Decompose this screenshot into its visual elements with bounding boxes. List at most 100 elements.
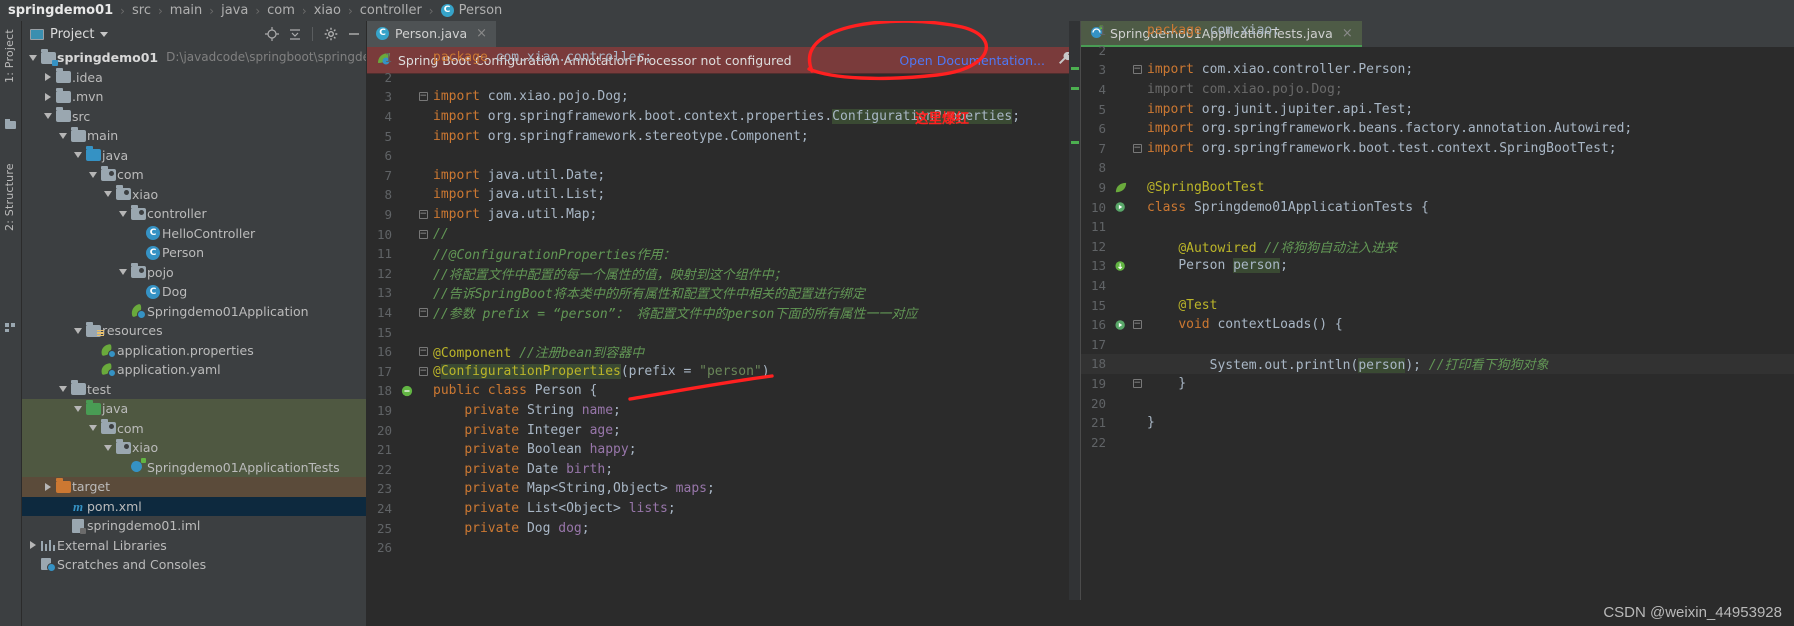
code-line[interactable]: 2 [367, 68, 1080, 88]
expand-arrow[interactable] [71, 405, 84, 412]
code-line[interactable]: 16 − @Component //注册bean到容器中 [367, 342, 1080, 362]
breadcrumb-item-7[interactable]: Person [459, 3, 503, 18]
expand-arrow[interactable] [86, 425, 99, 432]
code-line[interactable]: 11 //@ConfigurationProperties作用： [367, 244, 1080, 264]
code-line[interactable]: 17 [1081, 335, 1794, 355]
code-line[interactable]: 14 [1081, 276, 1794, 296]
code-line[interactable]: 3 − import com.xiao.controller.Person; [1081, 60, 1794, 80]
code-line[interactable]: 10 −// [367, 224, 1080, 244]
expand-arrow[interactable] [56, 132, 69, 139]
tree-node-xiao[interactable]: xiao [22, 185, 366, 205]
breadcrumb-item-1[interactable]: src [132, 3, 151, 18]
project-tree[interactable]: springdemo01 D:\javadcode\springboot\spri… [22, 47, 366, 626]
code-line[interactable]: 21 private Boolean happy; [367, 440, 1080, 460]
expand-arrow[interactable] [116, 210, 129, 217]
code-line[interactable]: 4 import com.xiao.pojo.Dog; [1081, 80, 1794, 100]
gutter-icon[interactable] [1111, 201, 1131, 213]
tool-button-project[interactable]: 1: Project [3, 29, 16, 83]
fold-toggle[interactable]: − [1131, 65, 1143, 75]
code-line[interactable]: 12 //将配置文件中配置的每一个属性的值，映射到这个组件中； [367, 264, 1080, 284]
tree-node--mvn[interactable]: .mvn [22, 87, 366, 107]
expand-arrow[interactable] [71, 327, 84, 334]
code-line[interactable]: 4 import org.springframework.boot.context… [367, 107, 1080, 127]
tree-node-java[interactable]: java [22, 399, 366, 419]
code-line[interactable]: 16 − void contextLoads() { [1081, 315, 1794, 335]
code-line[interactable]: 5 import org.springframework.stereotype.C… [367, 126, 1080, 146]
code-line[interactable]: 20 [1081, 393, 1794, 413]
gutter-icon[interactable] [1111, 319, 1131, 331]
expand-arrow[interactable] [101, 444, 114, 451]
gutter-icon[interactable] [1111, 182, 1131, 194]
breadcrumb-item-0[interactable]: springdemo01 [8, 3, 113, 18]
tree-node-xiao[interactable]: xiao [22, 438, 366, 458]
code-editor-left[interactable]: 1 package com.xiao.controller; 2 3− import c… [367, 48, 1080, 600]
settings-gear-icon[interactable] [322, 26, 339, 43]
expand-arrow[interactable] [71, 152, 84, 159]
hide-icon[interactable] [345, 26, 362, 43]
fold-toggle[interactable]: − [417, 229, 429, 239]
code-line[interactable]: 22 private Date birth; [367, 459, 1080, 479]
tree-node-target[interactable]: target [22, 477, 366, 497]
tree-node-resources[interactable]: resources [22, 321, 366, 341]
tree-node-external-libraries[interactable]: External Libraries [22, 536, 366, 556]
code-line[interactable]: 18 public class Person { [367, 381, 1080, 401]
code-line[interactable]: 9 @SpringBootTest [1081, 178, 1794, 198]
fold-toggle[interactable]: − [417, 366, 429, 376]
expand-arrow[interactable] [101, 191, 114, 198]
code-line[interactable]: 9 − import java.util.Map; [367, 205, 1080, 225]
code-line[interactable]: 6 [367, 146, 1080, 166]
fold-toggle[interactable]: − [1131, 378, 1143, 388]
expand-arrow[interactable] [26, 541, 39, 550]
tree-node--idea[interactable]: .idea [22, 68, 366, 88]
editor-marker-strip-left[interactable] [1069, 21, 1080, 600]
tree-node-person[interactable]: C Person [22, 243, 366, 263]
breadcrumb-item-2[interactable]: main [170, 3, 202, 18]
gutter-icon[interactable] [397, 385, 417, 397]
code-line[interactable]: 15 [367, 322, 1080, 342]
code-line[interactable]: 19 private String name; [367, 401, 1080, 421]
expand-arrow[interactable] [86, 171, 99, 178]
fold-toggle[interactable]: − [417, 210, 429, 220]
code-line[interactable]: 19 − } [1081, 374, 1794, 394]
tree-node-src[interactable]: src [22, 107, 366, 127]
chevron-down-icon[interactable] [100, 31, 109, 37]
tree-node-com[interactable]: com [22, 418, 366, 438]
code-line[interactable]: 13 //告诉SpringBoot将本类中的所有属性和配置文件中相关的配置进行绑定 [367, 283, 1080, 303]
code-line[interactable]: 12 @Autowired //将狗狗自动注入进来 [1081, 237, 1794, 257]
fold-toggle[interactable]: − [417, 92, 429, 102]
code-line[interactable]: 23 private Map<String,Object> maps; [367, 479, 1080, 499]
fold-toggle[interactable]: − [417, 308, 429, 318]
fold-toggle[interactable]: − [1131, 143, 1143, 153]
tool-button-structure[interactable]: 2: Structure [3, 163, 16, 231]
tree-node-hellocontroller[interactable]: C HelloController [22, 224, 366, 244]
code-line[interactable]: 15 @Test [1081, 295, 1794, 315]
code-line[interactable]: 22 [1081, 432, 1794, 452]
code-line[interactable]: 20 private Integer age; [367, 420, 1080, 440]
code-line[interactable]: 7 import java.util.Date; [367, 166, 1080, 186]
code-line[interactable]: 8 [1081, 158, 1794, 178]
code-line[interactable]: 1 package com.xiao.controller; [367, 48, 1080, 68]
code-line[interactable]: 13 Person person; [1081, 256, 1794, 276]
tree-node-springdemo01applicationtests[interactable]: Springdemo01ApplicationTests [22, 457, 366, 477]
expand-arrow[interactable] [26, 54, 39, 61]
code-line[interactable]: 1 package com.xiao; [1081, 21, 1794, 41]
collapse-all-icon[interactable] [286, 26, 303, 43]
code-line[interactable]: 7 − import org.springframework.boot.test.c… [1081, 139, 1794, 159]
code-line[interactable]: 14 −//参数 prefix = “person”： 将配置文件中的person… [367, 303, 1080, 323]
breadcrumb-item-3[interactable]: java [221, 3, 248, 18]
tree-node-springdemo01-iml[interactable]: springdemo01.iml [22, 516, 366, 536]
code-line[interactable]: 5 import org.junit.jupiter.api.Test; [1081, 99, 1794, 119]
expand-arrow[interactable] [41, 73, 54, 82]
code-line[interactable]: 18 System.out.println(person); //打印看下狗狗对… [1081, 354, 1794, 374]
fold-toggle[interactable]: − [1131, 320, 1143, 330]
code-line[interactable]: 2 [1081, 41, 1794, 61]
breadcrumb-item-6[interactable]: controller [360, 3, 422, 18]
tree-node-application-properties[interactable]: application.properties [22, 341, 366, 361]
locate-icon[interactable] [263, 26, 280, 43]
breadcrumb-item-4[interactable]: com [267, 3, 295, 18]
code-line[interactable]: 21} [1081, 413, 1794, 433]
tree-node-com[interactable]: com [22, 165, 366, 185]
code-editor-right[interactable]: 1 package com.xiao; 2 3− import com.xiao.con… [1081, 21, 1794, 600]
tree-node-pojo[interactable]: pojo [22, 263, 366, 283]
code-line[interactable]: 6 import org.springframework.beans.factor… [1081, 119, 1794, 139]
